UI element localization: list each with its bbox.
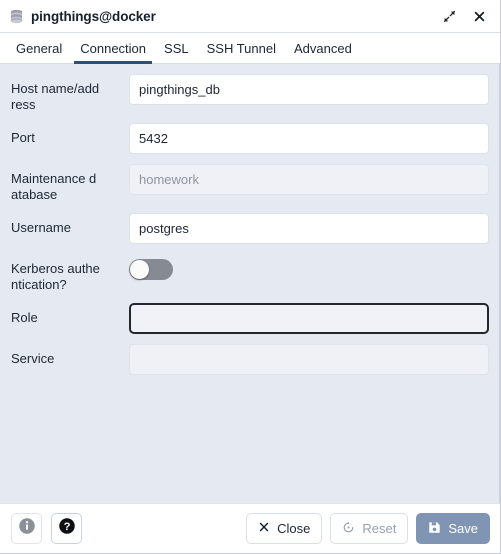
window-title: pingthings@docker [31, 8, 156, 24]
close-icon[interactable] [468, 5, 490, 27]
kerberos-authentication-label: Kerberos authentication? [11, 261, 100, 292]
svg-text:?: ? [63, 521, 70, 533]
help-circle-icon: ? [58, 517, 76, 540]
username-label: Username [11, 220, 71, 235]
save-button-label: Save [448, 521, 478, 536]
connection-dialog: pingthings@docker General Connection SSL… [0, 0, 501, 554]
maintenance-database-input[interactable] [129, 164, 489, 195]
reset-button[interactable]: Reset [330, 513, 409, 544]
service-control [129, 344, 489, 375]
kerberos-authentication-control [129, 254, 489, 285]
service-label: Service [11, 351, 55, 366]
username-control [129, 213, 489, 244]
port-control [129, 123, 489, 154]
tab-advanced-label: Advanced [293, 40, 352, 56]
role-label: Role [11, 310, 38, 325]
help-button[interactable]: ? [51, 513, 82, 544]
tab-ssh-tunnel[interactable]: SSH Tunnel [198, 33, 285, 63]
tab-advanced[interactable]: Advanced [285, 33, 361, 63]
field-row-maintenance-database: Maintenance database [11, 164, 489, 203]
tab-ssl[interactable]: SSL [155, 33, 198, 63]
field-row-hostname: Host name/address [11, 74, 489, 113]
port-label: Port [11, 130, 35, 145]
close-x-icon [258, 521, 270, 536]
hostname-control [129, 74, 489, 105]
hostname-label: Host name/address [11, 81, 100, 112]
tab-ssl-label: SSL [164, 40, 189, 56]
expand-diagonal-icon[interactable] [438, 5, 460, 27]
tab-connection[interactable]: Connection [71, 33, 155, 64]
tab-connection-label: Connection [80, 40, 147, 56]
database-stack-icon [9, 9, 24, 24]
hostname-input[interactable] [129, 74, 489, 105]
toggle-knob [130, 260, 149, 279]
maintenance-database-control [129, 164, 489, 195]
username-input[interactable] [129, 213, 489, 244]
service-input[interactable] [129, 344, 489, 375]
kerberos-toggle-wrap [129, 254, 489, 285]
field-row-kerberos-authentication: Kerberos authentication? [11, 254, 489, 293]
info-button[interactable] [11, 513, 42, 544]
tab-ssh-tunnel-label: SSH Tunnel [206, 40, 276, 56]
info-circle-icon [18, 517, 36, 540]
port-input[interactable] [129, 123, 489, 154]
role-control [129, 303, 489, 334]
tab-bar: General Connection SSL SSH Tunnel Advanc… [0, 33, 500, 64]
role-input[interactable] [129, 303, 489, 334]
save-button[interactable]: Save [416, 513, 490, 544]
maintenance-database-label: Maintenance database [11, 171, 97, 202]
field-row-username: Username [11, 213, 489, 244]
title-bar: pingthings@docker [0, 0, 500, 33]
field-row-role: Role [11, 303, 489, 334]
tab-general-label: General [16, 40, 63, 56]
floppy-disk-icon [428, 521, 441, 537]
dialog-footer: ? Close Reset Save [0, 503, 500, 553]
reset-button-label: Reset [362, 521, 397, 536]
reset-circular-arrow-icon [342, 521, 355, 537]
field-row-port: Port [11, 123, 489, 154]
tab-general[interactable]: General [7, 33, 71, 63]
connection-form-panel: Host name/address Port Maintenance datab… [0, 64, 500, 503]
close-button-label: Close [277, 521, 311, 536]
field-row-service: Service [11, 344, 489, 375]
kerberos-authentication-toggle[interactable] [129, 259, 173, 280]
close-button[interactable]: Close [246, 513, 323, 544]
